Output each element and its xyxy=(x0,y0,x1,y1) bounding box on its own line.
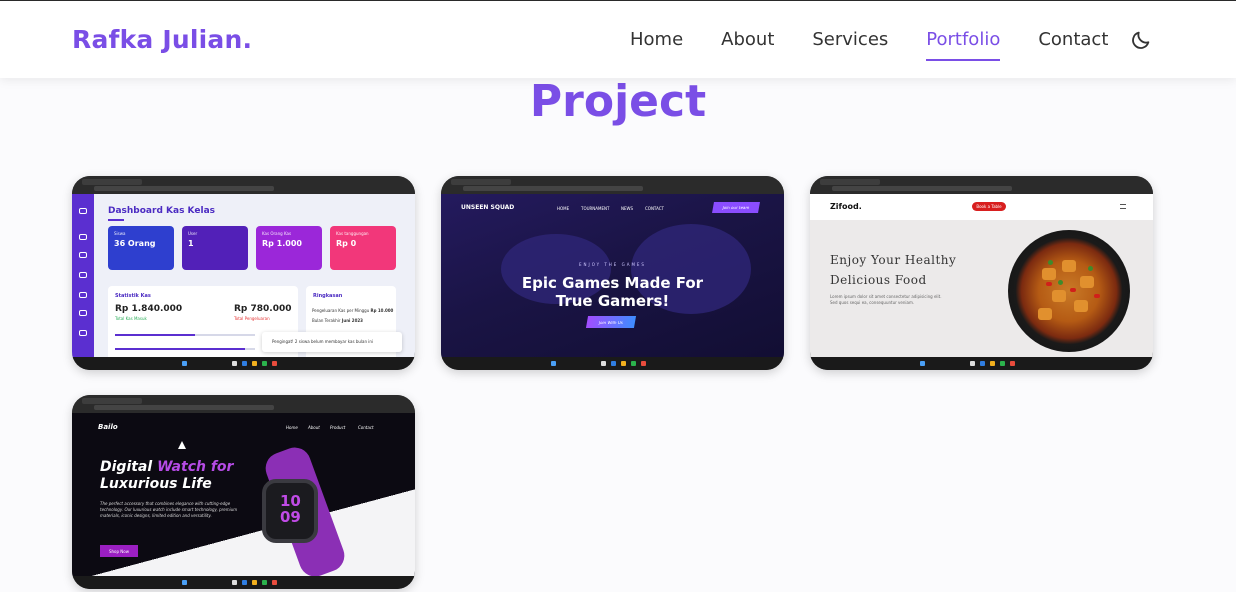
section-title: Project xyxy=(529,76,707,127)
stat-card: Kas Orang Kas Rp 1.000 xyxy=(256,226,322,270)
nav-services[interactable]: Services xyxy=(812,29,888,50)
screenshot-headline: Digital Watch for Luxurious Life xyxy=(100,459,234,492)
stat-card: Siswa 36 Orang xyxy=(108,226,174,270)
sidebar xyxy=(72,194,94,357)
food-plate-image xyxy=(1008,230,1130,352)
moon-icon[interactable] xyxy=(1130,29,1152,51)
screenshot-brand: UNSEEN SQUAD xyxy=(461,204,515,211)
screenshot-headline: Epic Games Made For True Gamers! xyxy=(521,274,704,310)
nav-home[interactable]: Home xyxy=(630,29,683,50)
project-card-watch[interactable]: Bailo Home About Product Contact Digital… xyxy=(72,395,415,589)
stat-card: User 1 xyxy=(182,226,248,270)
nav-portfolio[interactable]: Portfolio xyxy=(926,29,1001,61)
project-card-dashboard[interactable]: Dashboard Kas Kelas Siswa 36 Orang User 1 … xyxy=(72,176,415,370)
stat-card: Kas tanggungan Rp 0 xyxy=(330,226,396,270)
screenshot-title: Dashboard Kas Kelas xyxy=(108,206,215,216)
toast-notification: Pengingat! 2 siswa belum membayar kas bu… xyxy=(262,332,402,352)
watch-image: 10 09 xyxy=(262,479,318,543)
project-screenshot: Dashboard Kas Kelas Siswa 36 Orang User 1 … xyxy=(72,194,415,357)
screenshot-brand: Zifood. xyxy=(830,202,862,211)
project-screenshot: Zifood. Book a Table Enjoy Your Healthy … xyxy=(810,194,1153,357)
taskbar xyxy=(72,357,415,370)
navbar: Rafka Julian. Home About Services Portfo… xyxy=(0,0,1236,78)
brand-logo[interactable]: Rafka Julian. xyxy=(72,25,252,54)
browser-bar xyxy=(72,395,415,413)
nav-contact[interactable]: Contact xyxy=(1038,29,1108,50)
taskbar xyxy=(72,576,415,589)
browser-bar xyxy=(810,176,1153,194)
taskbar xyxy=(810,357,1153,370)
screenshot-headline: Enjoy Your Healthy Delicious Food xyxy=(830,253,957,287)
project-card-games[interactable]: UNSEEN SQUAD HOME TOURNAMENT NEWS CONTAC… xyxy=(441,176,784,370)
project-screenshot: UNSEEN SQUAD HOME TOURNAMENT NEWS CONTAC… xyxy=(441,194,784,357)
project-screenshot: Bailo Home About Product Contact Digital… xyxy=(72,413,415,576)
taskbar xyxy=(441,357,784,370)
nav-links: Home About Services Portfolio Contact xyxy=(630,29,1146,61)
nav-about[interactable]: About xyxy=(721,29,774,50)
browser-bar xyxy=(441,176,784,194)
project-card-food[interactable]: Zifood. Book a Table Enjoy Your Healthy … xyxy=(810,176,1153,370)
browser-bar xyxy=(72,176,415,194)
screenshot-brand: Bailo xyxy=(98,423,118,431)
